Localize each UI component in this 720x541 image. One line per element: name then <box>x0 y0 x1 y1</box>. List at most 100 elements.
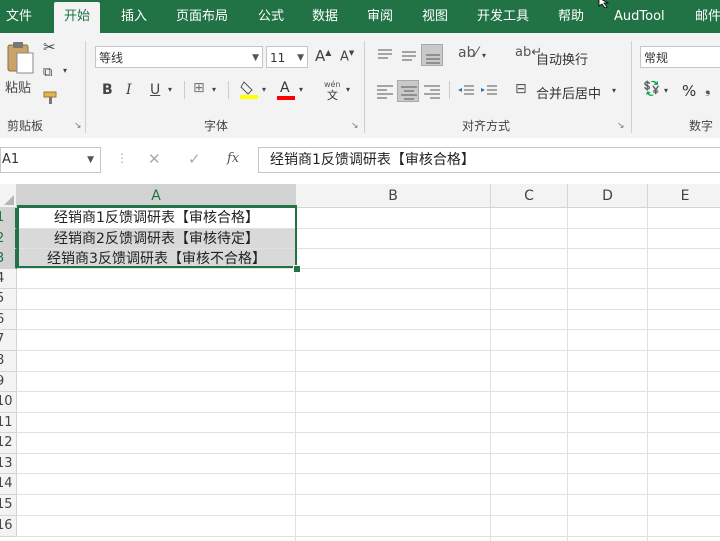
tab-insert[interactable]: 插入 <box>121 0 147 33</box>
gridline <box>17 494 720 495</box>
row-header-15[interactable]: 15 <box>0 495 17 516</box>
fill-handle[interactable] <box>293 265 301 273</box>
borders-icon[interactable]: ⊞ <box>193 80 205 96</box>
divider <box>184 81 185 99</box>
gridline <box>17 473 720 474</box>
alignment-group-label: 对齐方式 <box>462 119 511 133</box>
tab-review[interactable]: 审阅 <box>367 0 393 33</box>
shrink-font-button[interactable]: A▼ <box>340 49 354 64</box>
increase-indent-icon[interactable] <box>478 80 500 102</box>
row-header-7[interactable]: 7 <box>0 330 17 351</box>
column-header-b[interactable]: B <box>296 184 491 208</box>
row-header-6[interactable]: 6 <box>0 310 17 330</box>
tab-view[interactable]: 视图 <box>422 0 448 33</box>
italic-button[interactable]: I <box>126 82 132 98</box>
column-header-d[interactable]: D <box>568 184 648 208</box>
bold-button[interactable]: B <box>102 82 113 98</box>
tab-formulas[interactable]: 公式 <box>258 0 284 33</box>
row-header-5[interactable]: 5 <box>0 289 17 310</box>
format-painter-icon[interactable] <box>43 91 61 105</box>
tab-developer[interactable]: 开发工具 <box>477 0 529 33</box>
name-box-value: A1 <box>2 152 20 167</box>
fill-color-dropdown-icon[interactable]: ▾ <box>262 85 266 94</box>
font-color-dropdown-icon[interactable]: ▾ <box>299 85 303 94</box>
ribbon: 粘贴 ✂ ⧉ ▾ 剪贴板 ↘ 等线 ▼ 11 ▼ A▲ A▼ B I U ▾ ⊞ ▾… <box>0 33 720 139</box>
row-header-13[interactable]: 13 <box>0 454 17 474</box>
underline-button[interactable]: U <box>150 82 160 98</box>
row-header-8[interactable]: 8 <box>0 351 17 372</box>
clipboard-group-label: 剪贴板 <box>7 119 44 133</box>
gridline <box>567 208 568 541</box>
phonetic-dropdown-icon[interactable]: ▾ <box>346 85 350 94</box>
tab-mail[interactable]: 邮件 <box>695 0 720 33</box>
paste-icon[interactable] <box>5 41 35 75</box>
tab-audtool[interactable]: AudTool <box>614 0 665 33</box>
number-format-select[interactable]: 常规 <box>640 46 720 68</box>
row-header-12[interactable]: 12 <box>0 433 17 454</box>
accounting-dropdown-icon[interactable]: ▾ <box>664 86 668 95</box>
confirm-entry-icon[interactable]: ✓ <box>188 150 201 168</box>
column-header-c[interactable]: C <box>491 184 568 208</box>
tab-home[interactable]: 开始 <box>54 2 101 33</box>
font-size-value: 11 <box>270 51 286 65</box>
copy-dropdown-icon[interactable]: ▾ <box>63 66 67 75</box>
row-header-10[interactable]: 10 <box>0 392 17 413</box>
gridline <box>17 329 720 330</box>
formula-input[interactable]: 经销商1反馈调研表【审核合格】 <box>258 147 720 173</box>
clipboard-launcher-icon[interactable]: ↘ <box>74 121 82 131</box>
row-header-11[interactable]: 11 <box>0 413 17 433</box>
shrink-font-label: A <box>340 49 349 65</box>
name-box[interactable]: A1 ▼ <box>0 147 101 173</box>
row-header-4[interactable]: 4 <box>0 269 17 289</box>
formula-bar-grip-icon: ⋮ <box>116 151 128 165</box>
font-size-select[interactable]: 11 ▼ <box>266 46 308 68</box>
grow-font-label: A <box>315 47 326 65</box>
percent-style-button[interactable]: % <box>682 82 696 100</box>
align-left-icon[interactable] <box>374 80 396 102</box>
comma-style-icon[interactable]: ❟ <box>705 81 711 97</box>
fill-color-icon[interactable] <box>239 79 259 99</box>
select-all-corner[interactable] <box>0 184 17 208</box>
accounting-format-icon[interactable]: 💱 <box>643 81 660 97</box>
alignment-launcher-icon[interactable]: ↘ <box>617 121 625 131</box>
tab-help[interactable]: 帮助 <box>558 0 584 33</box>
font-launcher-icon[interactable]: ↘ <box>351 121 359 131</box>
align-center-icon[interactable] <box>397 80 419 102</box>
chevron-down-icon: ▼ <box>252 53 259 63</box>
cancel-entry-icon[interactable]: ✕ <box>148 150 161 168</box>
align-bottom-icon[interactable] <box>421 44 443 66</box>
column-header-e[interactable]: E <box>648 184 720 208</box>
orientation-dropdown-icon[interactable]: ▾ <box>482 51 486 60</box>
align-middle-icon[interactable] <box>398 44 420 66</box>
grow-font-button[interactable]: A▲ <box>315 47 331 65</box>
align-top-icon[interactable] <box>374 44 396 66</box>
merge-center-icon[interactable]: ⊟ <box>515 81 527 97</box>
align-right-icon[interactable] <box>421 80 443 102</box>
row-header-1[interactable]: 1 <box>0 208 17 229</box>
phonetic-guide-icon[interactable]: wén文 <box>322 78 346 102</box>
font-color-icon[interactable]: A <box>276 80 296 100</box>
number-group-label: 数字 <box>689 119 714 133</box>
paste-label[interactable]: 粘贴 <box>5 77 31 96</box>
row-header-2[interactable]: 2 <box>0 229 17 249</box>
copy-icon[interactable]: ⧉ <box>43 65 52 80</box>
merge-center-button[interactable]: 合并后居中 <box>536 83 601 102</box>
tab-file[interactable]: 文件 <box>6 0 32 33</box>
row-header-3[interactable]: 3 <box>0 249 17 269</box>
decrease-indent-icon[interactable] <box>455 80 477 102</box>
row-header-9[interactable]: 9 <box>0 372 17 392</box>
borders-dropdown-icon[interactable]: ▾ <box>212 85 216 94</box>
wrap-text-button[interactable]: 自动换行 <box>536 49 588 68</box>
tab-page-layout[interactable]: 页面布局 <box>176 0 228 33</box>
insert-function-button[interactable]: fx <box>227 151 239 166</box>
merge-dropdown-icon[interactable]: ▾ <box>612 86 616 95</box>
svg-text:wén: wén <box>324 79 341 89</box>
font-name-select[interactable]: 等线 ▼ <box>95 46 263 68</box>
underline-dropdown-icon[interactable]: ▾ <box>168 85 172 94</box>
font-group-label: 字体 <box>204 119 229 133</box>
tab-data[interactable]: 数据 <box>312 0 338 33</box>
row-header-16[interactable]: 16 <box>0 516 17 537</box>
row-header-14[interactable]: 14 <box>0 474 17 495</box>
orientation-icon[interactable]: ab⁄ <box>458 45 478 61</box>
cut-icon[interactable]: ✂ <box>43 38 56 56</box>
